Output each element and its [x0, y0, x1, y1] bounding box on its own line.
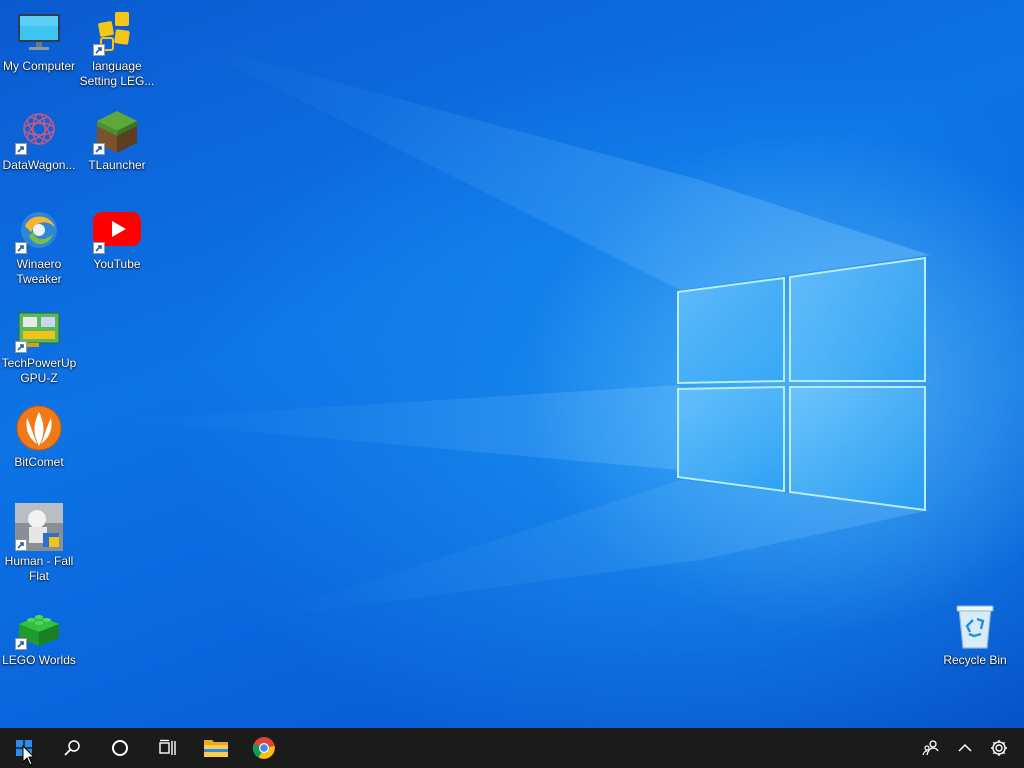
human-fall-flat-icon — [15, 503, 63, 551]
lego-brick-icon — [15, 602, 63, 650]
desktop-icon-language-setting[interactable]: language Setting LEG... — [78, 2, 156, 89]
desktop-icon-bitcomet[interactable]: BitComet — [0, 398, 78, 470]
desktop-icon-gpu-z[interactable]: TechPowerUp GPU-Z — [0, 299, 78, 386]
icon-label: LEGO Worlds — [2, 653, 76, 667]
desktop-background: My Computer DataWagon... Winaero Tweaker… — [0, 0, 1024, 728]
youtube-icon — [93, 206, 141, 254]
grass-block-icon — [93, 107, 141, 155]
icon-label: BitComet — [14, 455, 64, 469]
icon-label: Human - Fall Flat — [4, 554, 74, 583]
task-view-icon — [159, 739, 176, 755]
icon-label: TechPowerUp GPU-Z — [1, 356, 77, 385]
bitcomet-icon — [15, 404, 63, 452]
icon-label: My Computer — [2, 59, 76, 73]
icon-label: Winaero Tweaker — [16, 257, 62, 286]
shortcut-arrow-icon — [93, 143, 105, 155]
chrome-icon — [252, 737, 275, 759]
desktop-icon-my-computer[interactable]: My Computer — [0, 2, 78, 74]
shortcut-arrow-icon — [15, 638, 27, 650]
icon-label: language Setting LEG... — [79, 59, 155, 88]
icon-label: TLauncher — [88, 158, 146, 172]
icon-label: YouTube — [93, 257, 141, 271]
shortcut-arrow-icon — [15, 341, 27, 353]
settings-gear-icon — [991, 740, 1007, 756]
cortana-button[interactable] — [96, 728, 144, 768]
shortcut-arrow-icon — [15, 143, 27, 155]
desktop-icon-youtube[interactable]: YouTube — [78, 200, 156, 272]
desktop-icon-recycle-bin[interactable]: Recycle Bin — [936, 596, 1014, 668]
chevron-up-icon — [958, 743, 972, 752]
shortcut-arrow-icon — [15, 242, 27, 254]
show-hidden-icons-button[interactable] — [948, 728, 982, 768]
settings-button[interactable] — [982, 728, 1016, 768]
desktop-icon-tlauncher[interactable]: TLauncher — [78, 101, 156, 173]
desktop-icon-datawagon[interactable]: DataWagon... — [0, 101, 78, 173]
task-view-button[interactable] — [144, 728, 192, 768]
taskbar — [0, 728, 1024, 768]
icon-label: Recycle Bin — [943, 653, 1007, 667]
recycle-bin-icon — [951, 602, 999, 650]
people-icon — [922, 740, 939, 756]
lego-settings-icon — [93, 8, 141, 56]
cortana-icon — [112, 740, 128, 756]
chrome-button[interactable] — [240, 728, 288, 768]
shortcut-arrow-icon — [93, 242, 105, 254]
desktop-icon-winaero-tweaker[interactable]: Winaero Tweaker — [0, 200, 78, 287]
gpuz-icon — [15, 305, 63, 353]
file-explorer-icon — [204, 740, 228, 757]
shortcut-arrow-icon — [15, 539, 27, 551]
winaero-icon — [15, 206, 63, 254]
mouse-cursor — [22, 745, 36, 766]
monitor-icon — [15, 8, 63, 56]
file-explorer-button[interactable] — [192, 728, 240, 768]
people-button[interactable] — [914, 728, 948, 768]
search-icon — [64, 740, 80, 756]
windows-logo-wallpaper — [677, 256, 926, 512]
desktop-icon-human-fall-flat[interactable]: Human - Fall Flat — [0, 497, 78, 584]
shortcut-arrow-icon — [93, 44, 105, 56]
icon-label: DataWagon... — [2, 158, 76, 172]
search-button[interactable] — [48, 728, 96, 768]
desktop-icon-lego-worlds[interactable]: LEGO Worlds — [0, 596, 78, 668]
show-desktop-edge[interactable] — [1016, 728, 1024, 768]
datawagon-icon — [15, 107, 63, 155]
system-tray — [914, 728, 1024, 768]
